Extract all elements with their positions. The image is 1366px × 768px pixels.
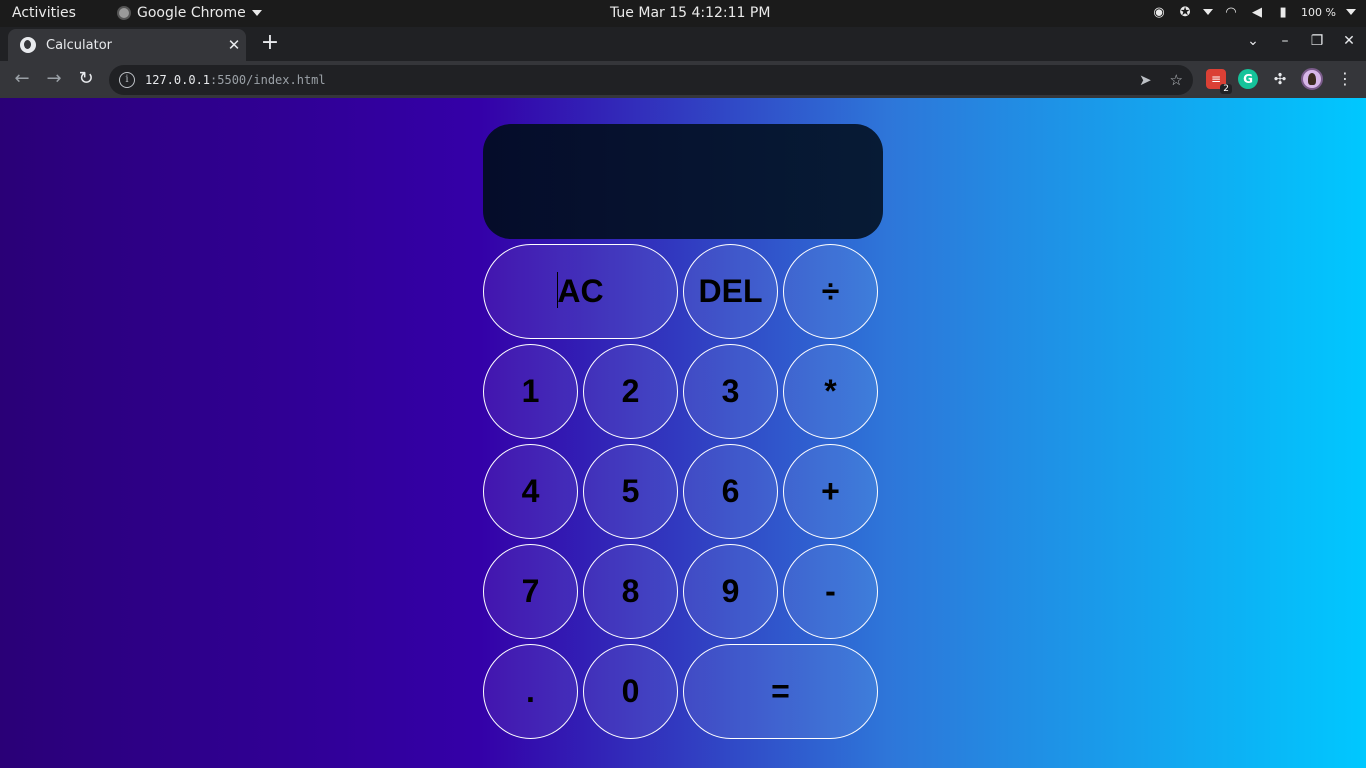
key-all-clear[interactable]: AC — [483, 244, 678, 339]
wifi-icon: ◠ — [1225, 4, 1237, 20]
key-5[interactable]: 5 — [583, 444, 678, 539]
app-menu[interactable]: Google Chrome — [117, 5, 262, 21]
tab-title: Calculator — [46, 37, 113, 53]
back-icon[interactable]: ← — [11, 69, 33, 91]
accessibility-icon[interactable]: ✪ — [1177, 4, 1193, 20]
calculator: AC DEL ÷ 1 2 3 * 4 5 6 + 7 8 9 - . 0 = — [483, 124, 883, 739]
battery-icon: ▮ — [1279, 4, 1287, 20]
key-6[interactable]: 6 — [683, 444, 778, 539]
key-equals[interactable]: = — [683, 644, 878, 739]
key-add[interactable]: + — [783, 444, 878, 539]
info-icon[interactable]: i — [119, 72, 135, 88]
tab-strip: Calculator ✕ + ⌄ – ❐ ✕ — [0, 27, 1366, 61]
clock[interactable]: Tue Mar 15 4:12:11 PM — [610, 5, 770, 21]
keypad: AC DEL ÷ 1 2 3 * 4 5 6 + 7 8 9 - . 0 = — [483, 244, 883, 744]
url-host: 127.0.0.1 — [145, 73, 211, 87]
page-content: AC DEL ÷ 1 2 3 * 4 5 6 + 7 8 9 - . 0 = — [0, 98, 1366, 768]
extension-badge: 2 — [1220, 84, 1232, 94]
chevron-down-icon — [251, 10, 262, 16]
more-menu-icon[interactable]: ⋮ — [1337, 69, 1353, 88]
key-divide[interactable]: ÷ — [783, 244, 878, 339]
key-2[interactable]: 2 — [583, 344, 678, 439]
key-decimal[interactable]: . — [483, 644, 578, 739]
send-icon[interactable]: ➤ — [1139, 71, 1152, 89]
tab-search-icon[interactable]: ⌄ — [1244, 33, 1262, 49]
key-delete[interactable]: DEL — [683, 244, 778, 339]
reload-icon[interactable]: ↻ — [75, 69, 97, 91]
profile-avatar[interactable] — [1301, 68, 1323, 90]
close-icon[interactable]: ✕ — [222, 36, 246, 54]
new-tab-button[interactable]: + — [259, 32, 281, 55]
globe-icon — [20, 37, 36, 53]
forward-icon[interactable]: → — [43, 69, 65, 91]
system-tray[interactable]: ◉ ✪ ◠ ◀ ▮ 100 % — [1151, 4, 1356, 20]
battery-percent: 100 % — [1301, 5, 1336, 19]
url-path: :5500/index.html — [210, 73, 326, 87]
chevron-down-icon[interactable] — [1346, 9, 1356, 15]
system-top-bar: Activities Google Chrome Tue Mar 15 4:12… — [0, 0, 1366, 27]
bookmark-star-icon[interactable]: ☆ — [1170, 71, 1183, 89]
key-0[interactable]: 0 — [583, 644, 678, 739]
minimize-icon[interactable]: – — [1276, 33, 1294, 49]
grammarly-extension-icon[interactable]: G — [1238, 69, 1258, 89]
tab-calculator[interactable]: Calculator ✕ — [8, 29, 246, 61]
key-9[interactable]: 9 — [683, 544, 778, 639]
activities-button[interactable]: Activities — [12, 5, 76, 21]
app-menu-label: Google Chrome — [137, 5, 246, 21]
key-8[interactable]: 8 — [583, 544, 678, 639]
key-multiply[interactable]: * — [783, 344, 878, 439]
address-bar[interactable]: i 127.0.0.1:5500/index.html ➤ ☆ — [109, 65, 1193, 95]
key-1[interactable]: 1 — [483, 344, 578, 439]
close-window-icon[interactable]: ✕ — [1340, 33, 1358, 49]
chrome-tray-icon[interactable]: ◉ — [1151, 4, 1167, 20]
chrome-icon — [117, 6, 131, 20]
maximize-icon[interactable]: ❐ — [1308, 33, 1326, 49]
chevron-down-icon[interactable] — [1203, 9, 1214, 15]
key-7[interactable]: 7 — [483, 544, 578, 639]
extensions-puzzle-icon[interactable]: ✣ — [1270, 69, 1290, 89]
todoist-extension-icon[interactable]: ≡ 2 — [1206, 69, 1232, 94]
calculator-display — [483, 124, 883, 239]
key-subtract[interactable]: - — [783, 544, 878, 639]
browser-toolbar: ← → ↻ i 127.0.0.1:5500/index.html ➤ ☆ ≡ 2… — [0, 61, 1366, 98]
window-controls: ⌄ – ❐ ✕ — [1244, 33, 1358, 49]
volume-icon: ◀ — [1252, 4, 1263, 20]
key-4[interactable]: 4 — [483, 444, 578, 539]
text-cursor — [557, 272, 558, 308]
key-3[interactable]: 3 — [683, 344, 778, 439]
